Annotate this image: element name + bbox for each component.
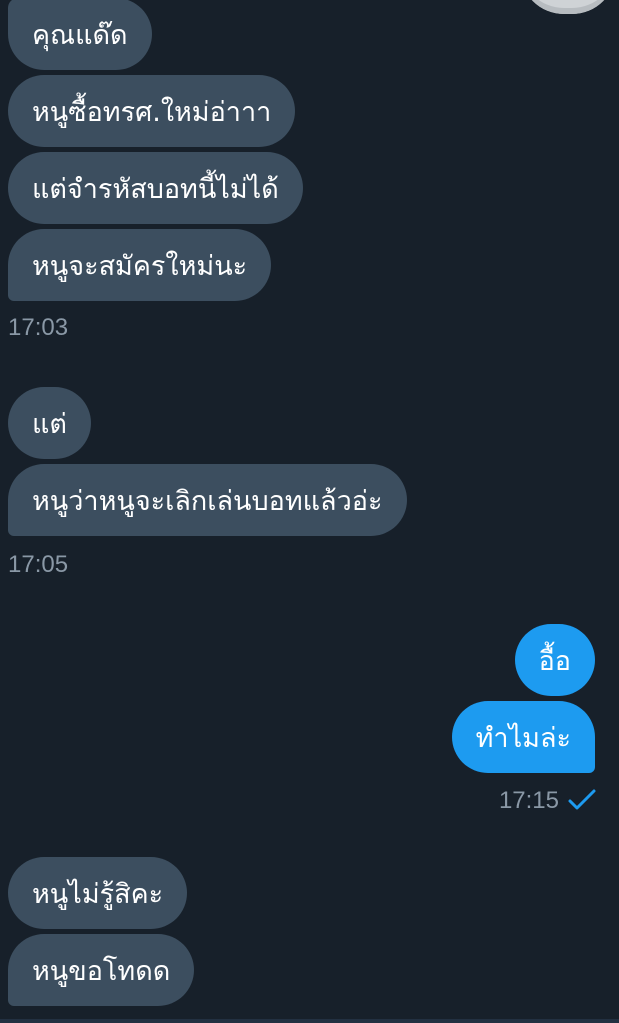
- message-bubble-outgoing[interactable]: อื้อ: [514, 624, 595, 696]
- message-bubble-incoming[interactable]: หนูจะสมัครใหม่นะ: [8, 229, 272, 301]
- message-bubble-incoming[interactable]: คุณแด๊ด: [8, 0, 152, 70]
- message-bubble-incoming[interactable]: หนูขอโทดด: [8, 934, 195, 1006]
- message-bubble-incoming[interactable]: แต่จำรหัสบอทนี้ไม่ได้: [8, 152, 303, 224]
- check-icon: [568, 789, 596, 810]
- message-bubble-incoming[interactable]: หนูว่าหนูจะเลิกเล่นบอทแล้วอ่ะ: [8, 464, 407, 536]
- message-bubble-outgoing[interactable]: ทำไมล่ะ: [451, 701, 595, 773]
- message-timestamp: 17:03: [8, 314, 69, 341]
- avatar[interactable]: [520, 0, 616, 14]
- chat-thread: คุณแด๊ด หนูซื้อทรศ.ใหม่อ่าาา แต่จำรหัสบอ…: [0, 0, 619, 1023]
- message-bubble-incoming[interactable]: แต่: [8, 387, 91, 459]
- message-bubble-incoming[interactable]: หนูซื้อทรศ.ใหม่อ่าาา: [8, 75, 296, 147]
- message-timestamp: 17:05: [8, 551, 69, 578]
- message-timestamp: 17:15: [498, 787, 559, 814]
- divider: [0, 1019, 619, 1023]
- message-bubble-incoming[interactable]: หนูไม่รู้สิคะ: [8, 857, 188, 929]
